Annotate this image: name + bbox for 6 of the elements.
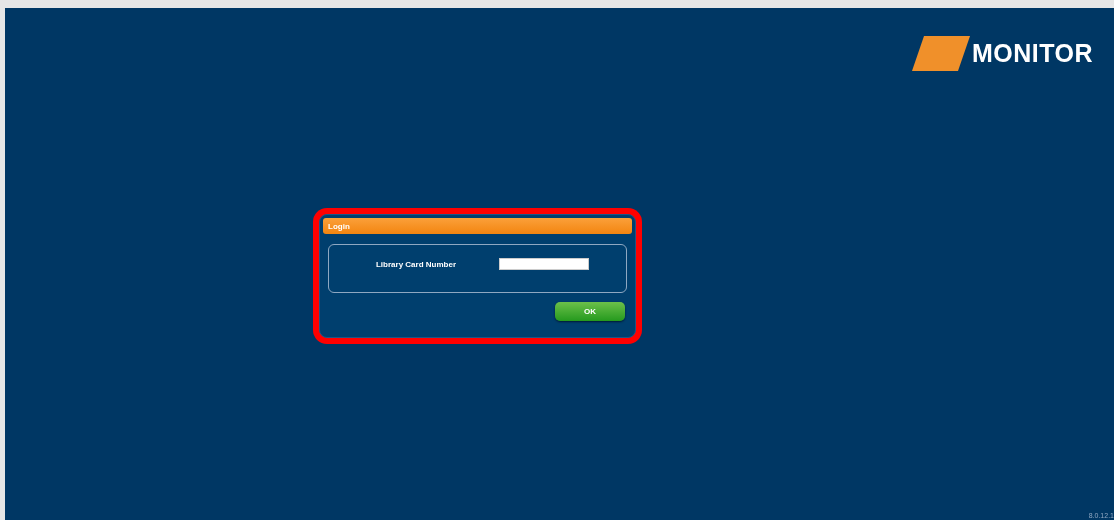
dialog-title: Login: [323, 218, 632, 234]
input-field[interactable]: [499, 258, 589, 270]
logo-text: MONITOR: [971, 39, 1093, 68]
ok-button[interactable]: OK: [555, 302, 625, 321]
field-label: Library Card Number: [374, 260, 456, 269]
logo-parallelogram-icon: [911, 36, 970, 71]
